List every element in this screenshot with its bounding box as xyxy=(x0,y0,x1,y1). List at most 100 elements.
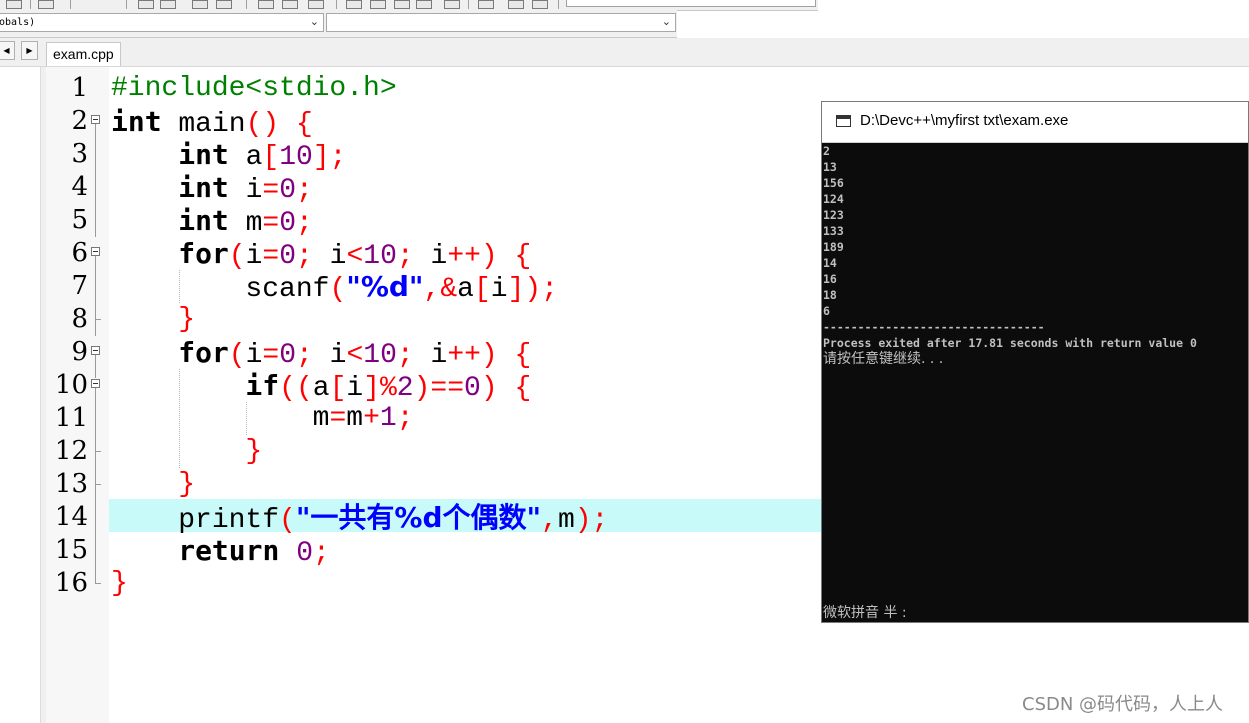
toolbar-button-icon[interactable] xyxy=(444,0,460,9)
toolbar-separator xyxy=(246,0,247,9)
line-number: 13 xyxy=(54,469,88,499)
line-number: 1 xyxy=(71,73,88,103)
toolbar-button-icon[interactable] xyxy=(282,0,298,9)
fold-line xyxy=(95,355,96,378)
code-line: } xyxy=(178,304,196,335)
dropdown-arrow-icon[interactable]: ⌄ xyxy=(310,15,319,28)
code-line: int a[10]; xyxy=(178,138,347,173)
fold-line xyxy=(95,256,96,336)
code-line: int i=0; xyxy=(178,171,313,206)
toolbar-button-icon[interactable] xyxy=(38,0,54,9)
code-line: int m=0; xyxy=(178,204,313,239)
line-number: 15 xyxy=(54,535,88,565)
line-number: 8 xyxy=(71,304,88,334)
console-input-line: 13 xyxy=(823,160,837,174)
line-number: 14 xyxy=(54,502,88,532)
line-number: 12 xyxy=(54,436,88,466)
fold-line xyxy=(95,388,96,584)
fold-line xyxy=(95,124,96,237)
line-number: 7 xyxy=(71,271,88,301)
tab-scroll-left-icon[interactable]: ◀ xyxy=(0,41,15,60)
code-line: printf("一共有%d个偶数",m); xyxy=(111,501,609,536)
line-number: 11 xyxy=(54,403,88,433)
console-window[interactable]: D:\Devc++\myfirst txt\exam.exe 2 13 156 … xyxy=(821,101,1249,623)
console-titlebar[interactable]: D:\Devc++\myfirst txt\exam.exe xyxy=(822,102,1248,143)
code-line: for(i=0; i<10; i++) { xyxy=(178,336,532,371)
console-input-line: 124 xyxy=(823,192,844,206)
line-number: 9 xyxy=(71,337,88,367)
fold-marker-icon[interactable] xyxy=(91,379,100,388)
line-number: 3 xyxy=(71,139,88,169)
project-pane[interactable] xyxy=(0,67,40,723)
console-input-line: 133 xyxy=(823,224,844,238)
console-output[interactable]: 2 13 156 124 123 133 189 14 16 18 6 ----… xyxy=(823,143,1248,622)
code-line: int main() { xyxy=(111,105,313,140)
fold-end xyxy=(95,484,101,485)
toolbar-button-icon[interactable] xyxy=(416,0,432,9)
tab-exam-cpp[interactable]: exam.cpp xyxy=(46,42,121,66)
console-input-line: 6 xyxy=(823,304,830,318)
code-line: for(i=0; i<10; i++) { xyxy=(178,237,532,272)
toolbar-button-icon[interactable] xyxy=(532,0,548,9)
code-line: } xyxy=(178,469,196,500)
line-number: 2 xyxy=(71,106,88,136)
scope-combo[interactable]: obals) ⌄ xyxy=(0,13,324,32)
toolbar-button-icon[interactable] xyxy=(508,0,524,9)
console-input-line: 189 xyxy=(823,240,844,254)
toolbar-button-icon[interactable] xyxy=(216,0,232,9)
code-line: if((a[i]%2)==0) { xyxy=(245,369,532,404)
line-number: 6 xyxy=(71,238,88,268)
console-app-icon xyxy=(836,115,851,127)
tab-scroll-right-icon[interactable]: ▶ xyxy=(21,41,38,60)
line-number: 16 xyxy=(54,568,88,598)
code-line: #include<stdio.h> xyxy=(111,73,397,104)
toolbar-separator xyxy=(468,0,469,9)
toolbar-separator xyxy=(30,0,31,9)
toolbar-separator xyxy=(70,0,71,9)
console-input-line: 123 xyxy=(823,208,844,222)
toolbar-separator xyxy=(126,0,127,9)
line-number: 4 xyxy=(71,172,88,202)
console-separator: -------------------------------- xyxy=(823,320,1045,334)
console-ime-status: 微软拼音 半 : xyxy=(823,605,907,621)
toolbar-button-icon[interactable] xyxy=(308,0,324,9)
code-line: m=m+1; xyxy=(111,403,414,434)
toolbar-separator xyxy=(336,0,337,9)
console-input-line: 18 xyxy=(823,288,837,302)
toolbar-button-icon[interactable] xyxy=(138,0,154,9)
toolbar-button-icon[interactable] xyxy=(478,0,494,9)
code-line: scanf("%d",&a[i]); xyxy=(111,270,558,305)
console-title: D:\Devc++\myfirst txt\exam.exe xyxy=(860,112,1069,129)
toolbar-button-icon[interactable] xyxy=(394,0,410,9)
toolbar-button-icon[interactable] xyxy=(6,0,22,9)
toolbar-button-icon[interactable] xyxy=(258,0,274,9)
code-line: return 0; xyxy=(178,534,330,569)
console-input-line: 14 xyxy=(823,256,837,270)
class-browser-bar: obals) ⌄ ⌄ xyxy=(0,10,677,38)
editor-tab-bar: ◀ ▶ exam.cpp xyxy=(0,38,1249,67)
fold-end xyxy=(95,451,101,452)
toolbar-separator xyxy=(558,0,559,9)
line-number: 5 xyxy=(71,205,88,235)
function-combo[interactable]: ⌄ xyxy=(326,13,676,32)
watermark: CSDN @码代码，人上人 xyxy=(1022,694,1224,715)
toolbar-button-icon[interactable] xyxy=(346,0,362,9)
toolbar-button-icon[interactable] xyxy=(192,0,208,9)
console-input-line: 2 xyxy=(823,144,830,158)
toolbar-button-icon[interactable] xyxy=(160,0,176,9)
toolbar-button-icon[interactable] xyxy=(370,0,386,9)
fold-end xyxy=(95,319,101,320)
code-line: } xyxy=(245,436,263,467)
line-number: 10 xyxy=(54,370,88,400)
fold-end xyxy=(95,583,101,584)
dropdown-arrow-icon[interactable]: ⌄ xyxy=(662,15,671,28)
console-input-line: 156 xyxy=(823,176,844,190)
scope-combo-value: obals) xyxy=(0,17,36,28)
fold-marker-icon[interactable] xyxy=(91,247,100,256)
line-number-gutter: 1 2 3 4 5 6 7 8 9 10 11 12 13 14 15 16 xyxy=(46,67,109,723)
fold-marker-icon[interactable] xyxy=(91,346,100,355)
fold-marker-icon[interactable] xyxy=(91,115,100,124)
console-input-line: 16 xyxy=(823,272,837,286)
toolbar-compiler-select[interactable] xyxy=(566,0,816,7)
console-continue-prompt: 请按任意键继续. . . xyxy=(823,351,944,367)
